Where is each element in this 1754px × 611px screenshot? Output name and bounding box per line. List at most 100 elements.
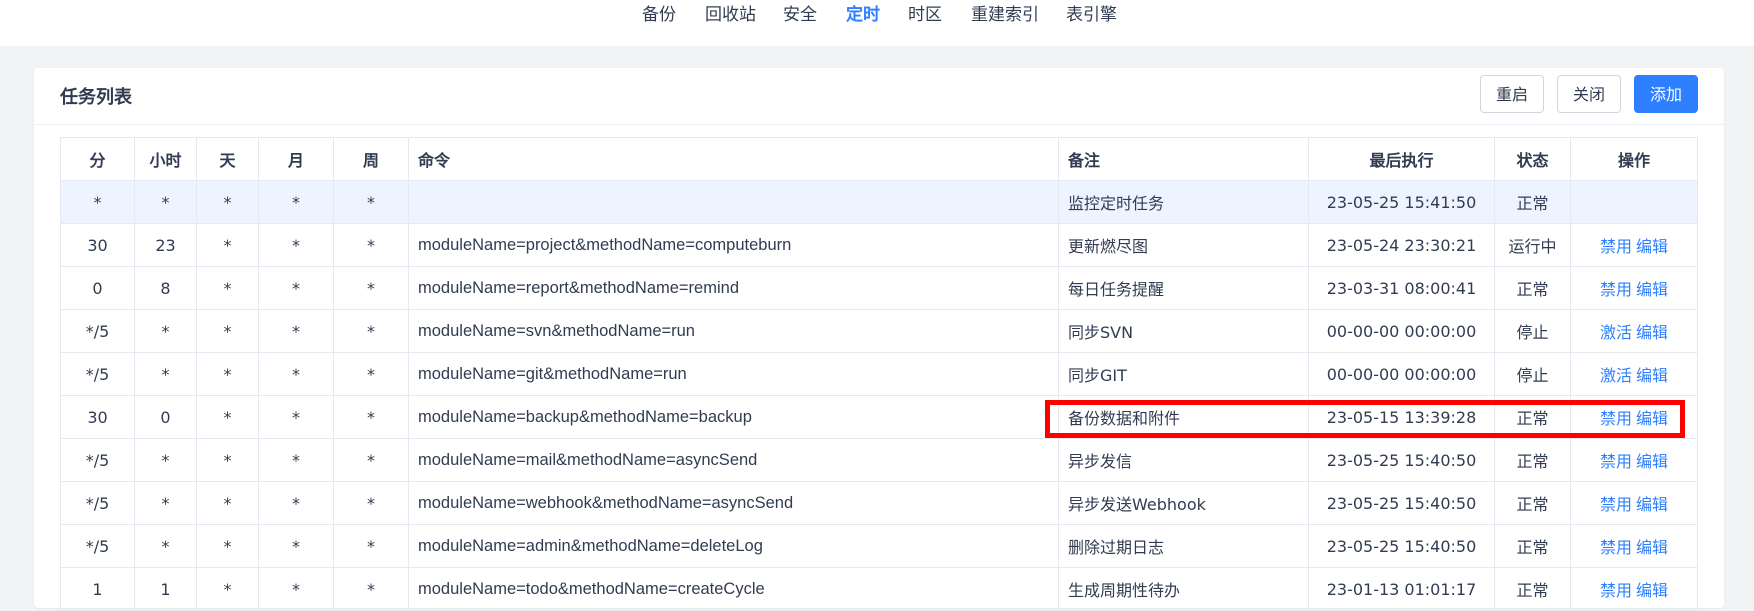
cell-status: 正常 xyxy=(1494,524,1571,568)
add-button[interactable]: 添加 xyxy=(1634,75,1698,113)
cell-month: * xyxy=(258,223,334,267)
disable-link[interactable]: 禁用 xyxy=(1600,280,1632,299)
edit-link[interactable]: 编辑 xyxy=(1636,581,1668,600)
cell-day: * xyxy=(196,223,259,267)
cell-month: * xyxy=(258,524,334,568)
disable-link[interactable]: 禁用 xyxy=(1600,409,1632,428)
cell-status: 正常 xyxy=(1494,395,1571,439)
cell-command: moduleName=todo&methodName=createCycle xyxy=(408,567,1059,611)
cell-actions: 禁用 编辑 xyxy=(1570,395,1698,439)
column-header-command[interactable]: 命令 xyxy=(408,137,1059,181)
disable-link[interactable]: 禁用 xyxy=(1600,237,1632,256)
edit-link[interactable]: 编辑 xyxy=(1636,323,1668,342)
cell-month: * xyxy=(258,352,334,396)
cell-week: * xyxy=(333,438,409,482)
disable-link[interactable]: 禁用 xyxy=(1600,581,1632,600)
cell-week: * xyxy=(333,567,409,611)
cell-minute: */5 xyxy=(60,352,135,396)
cell-command: moduleName=mail&methodName=asyncSend xyxy=(408,438,1059,482)
cell-last-run: 23-05-24 23:30:21 xyxy=(1308,223,1495,267)
cell-status: 正常 xyxy=(1494,481,1571,525)
table-row: */5 * * * * moduleName=git&methodName=run 同步GI… xyxy=(60,352,1698,396)
cell-minute: * xyxy=(60,180,135,224)
cell-minute: */5 xyxy=(60,309,135,353)
cell-actions xyxy=(1570,180,1698,224)
panel-title: 任务列表 xyxy=(60,87,132,108)
close-button[interactable]: 关闭 xyxy=(1557,75,1621,113)
cell-month: * xyxy=(258,309,334,353)
column-header-status[interactable]: 状态 xyxy=(1494,137,1571,181)
column-header-week[interactable]: 周 xyxy=(333,137,409,181)
column-header-hour[interactable]: 小时 xyxy=(134,137,197,181)
cell-minute: */5 xyxy=(60,481,135,525)
table-row: 0 8 * * * moduleName=report&methodName=remind… xyxy=(60,266,1698,310)
cell-actions: 激活 编辑 xyxy=(1570,309,1698,353)
cell-actions: 禁用 编辑 xyxy=(1570,438,1698,482)
cell-hour: * xyxy=(134,180,197,224)
cell-minute: 1 xyxy=(60,567,135,611)
cell-hour: * xyxy=(134,309,197,353)
column-header-month[interactable]: 月 xyxy=(258,137,334,181)
cell-month: * xyxy=(258,395,334,439)
cell-minute: */5 xyxy=(60,524,135,568)
top-nav: 备份 回收站 安全 定时 时区 重建索引 表引擎 xyxy=(0,0,1754,46)
cell-minute: 0 xyxy=(60,266,135,310)
cell-minute: */5 xyxy=(60,438,135,482)
cell-hour: * xyxy=(134,524,197,568)
table-row: 30 0 * * * moduleName=backup&methodName=backu… xyxy=(60,395,1698,439)
column-header-remark[interactable]: 备注 xyxy=(1058,137,1309,181)
edit-link[interactable]: 编辑 xyxy=(1636,237,1668,256)
cell-actions: 激活 编辑 xyxy=(1570,352,1698,396)
cell-day: * xyxy=(196,352,259,396)
cell-command xyxy=(408,180,1059,224)
table-row: 30 23 * * * moduleName=project&methodName=com… xyxy=(60,223,1698,267)
nav-item-timezone[interactable]: 时区 xyxy=(908,4,942,26)
column-header-actions: 操作 xyxy=(1570,137,1698,181)
cell-remark: 每日任务提醒 xyxy=(1058,266,1309,310)
nav-item-recycle-bin[interactable]: 回收站 xyxy=(705,4,756,26)
cell-status: 正常 xyxy=(1494,438,1571,482)
cell-week: * xyxy=(333,524,409,568)
nav-item-rebuild-index[interactable]: 重建索引 xyxy=(971,4,1039,26)
disable-link[interactable]: 禁用 xyxy=(1600,495,1632,514)
nav-item-table-engine[interactable]: 表引擎 xyxy=(1066,4,1117,26)
cell-command: moduleName=webhook&methodName=asyncSend xyxy=(408,481,1059,525)
cell-week: * xyxy=(333,481,409,525)
activate-link[interactable]: 激活 xyxy=(1600,366,1632,385)
cell-hour: 0 xyxy=(134,395,197,439)
edit-link[interactable]: 编辑 xyxy=(1636,366,1668,385)
edit-link[interactable]: 编辑 xyxy=(1636,495,1668,514)
edit-link[interactable]: 编辑 xyxy=(1636,280,1668,299)
cell-last-run: 23-01-13 01:01:17 xyxy=(1308,567,1495,611)
disable-link[interactable]: 禁用 xyxy=(1600,538,1632,557)
cell-command: moduleName=git&methodName=run xyxy=(408,352,1059,396)
cell-last-run: 00-00-00 00:00:00 xyxy=(1308,309,1495,353)
edit-link[interactable]: 编辑 xyxy=(1636,538,1668,557)
table-row: */5 * * * * moduleName=admin&methodName=delet… xyxy=(60,524,1698,568)
column-header-minute[interactable]: 分 xyxy=(60,137,135,181)
cell-remark: 更新燃尽图 xyxy=(1058,223,1309,267)
cell-command: moduleName=report&methodName=remind xyxy=(408,266,1059,310)
cell-week: * xyxy=(333,266,409,310)
cell-month: * xyxy=(258,266,334,310)
cell-remark: 异步发信 xyxy=(1058,438,1309,482)
nav-item-cron[interactable]: 定时 xyxy=(846,4,880,26)
cell-status: 停止 xyxy=(1494,352,1571,396)
column-header-last-run[interactable]: 最后执行 xyxy=(1308,137,1495,181)
cell-week: * xyxy=(333,352,409,396)
activate-link[interactable]: 激活 xyxy=(1600,323,1632,342)
cell-month: * xyxy=(258,180,334,224)
cell-week: * xyxy=(333,180,409,224)
edit-link[interactable]: 编辑 xyxy=(1636,409,1668,428)
cell-month: * xyxy=(258,438,334,482)
cell-remark: 同步GIT xyxy=(1058,352,1309,396)
restart-button[interactable]: 重启 xyxy=(1480,75,1544,113)
nav-item-backup[interactable]: 备份 xyxy=(642,4,676,26)
disable-link[interactable]: 禁用 xyxy=(1600,452,1632,471)
cell-hour: 1 xyxy=(134,567,197,611)
nav-item-security[interactable]: 安全 xyxy=(783,4,817,26)
edit-link[interactable]: 编辑 xyxy=(1636,452,1668,471)
cell-actions: 禁用 编辑 xyxy=(1570,567,1698,611)
cell-actions: 禁用 编辑 xyxy=(1570,266,1698,310)
column-header-day[interactable]: 天 xyxy=(196,137,259,181)
